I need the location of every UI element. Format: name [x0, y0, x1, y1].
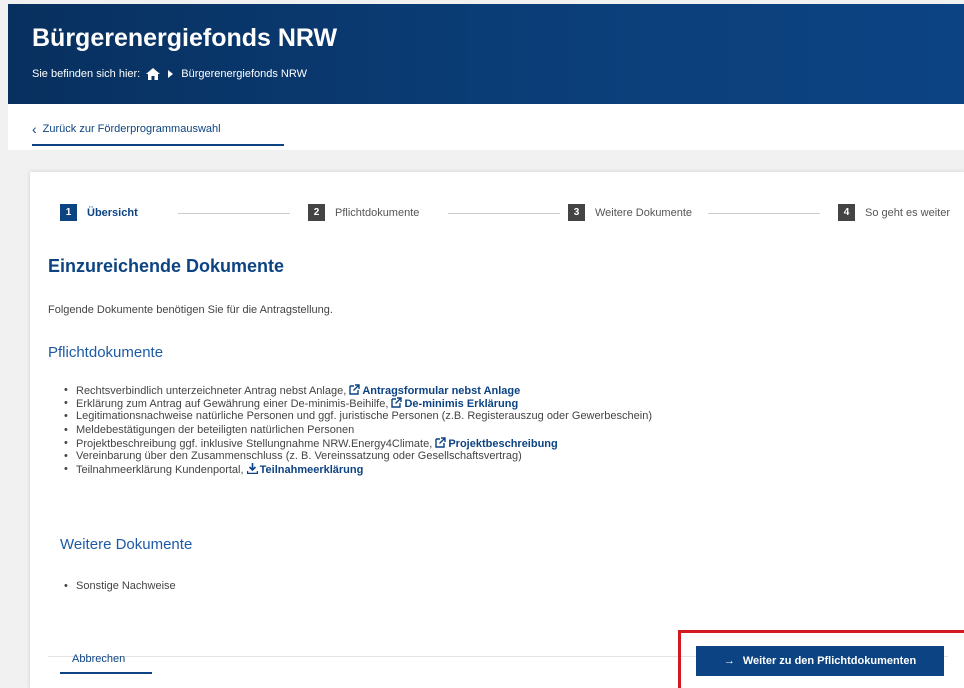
de-minimis-link[interactable]: De-minimis Erklärung: [391, 397, 518, 410]
list-item: Erklärung zum Antrag auf Gewährung einer…: [64, 397, 652, 410]
page-title: Bürgerenergiefonds NRW: [32, 24, 338, 52]
content-card: 1 Übersicht 2 Pflichtdokumente 3 Weitere…: [30, 172, 964, 688]
step-connector: [708, 213, 820, 214]
back-link-label: Zurück zur Förderprogrammauswahl: [42, 123, 221, 135]
teilnahmeerklaerung-link[interactable]: Teilnahmeerklärung: [246, 463, 363, 476]
subheading-pflichtdokumente: Pflichtdokumente: [48, 344, 164, 361]
step-weitere-dokumente[interactable]: 3 Weitere Dokumente: [568, 204, 692, 221]
step-label: So geht es weiter: [865, 206, 950, 219]
list-item: Legitimationsnachweise natürliche Person…: [64, 410, 652, 423]
external-link-icon: [391, 397, 403, 408]
cancel-button[interactable]: Abbrechen: [72, 653, 125, 665]
other-documents-list: Sonstige Nachweise: [64, 580, 176, 592]
breadcrumb-prefix: Sie befinden sich hier:: [32, 68, 141, 80]
page-header: Bürgerenergiefonds NRW Sie befinden sich…: [8, 4, 964, 104]
step-number: 1: [60, 204, 77, 221]
list-item: Projektbeschreibung ggf. inklusive Stell…: [64, 437, 652, 450]
breadcrumb: Sie befinden sich hier: Bürgerenergiefon…: [32, 68, 307, 80]
home-icon[interactable]: [146, 68, 161, 80]
step-connector: [178, 213, 290, 214]
step-number: 3: [568, 204, 585, 221]
back-link[interactable]: ‹ Zurück zur Förderprogrammauswahl: [32, 121, 221, 137]
list-item: Sonstige Nachweise: [64, 580, 176, 592]
step-label: Pflichtdokumente: [335, 206, 420, 219]
section-heading: Einzureichende Dokumente: [48, 256, 285, 276]
step-label: Übersicht: [87, 206, 138, 219]
back-bar: ‹ Zurück zur Förderprogrammauswahl: [8, 104, 964, 150]
chevron-left-icon: ‹: [32, 121, 37, 137]
required-documents-list: Rechtsverbindlich unterzeichneter Antrag…: [64, 384, 652, 477]
download-icon: [246, 463, 258, 475]
step-so-geht-es-weiter[interactable]: 4 So geht es weiter: [838, 204, 950, 221]
step-pflichtdokumente[interactable]: 2 Pflichtdokumente: [308, 204, 419, 221]
projektbeschreibung-link[interactable]: Projektbeschreibung: [435, 437, 558, 450]
step-uebersicht[interactable]: 1 Übersicht: [60, 204, 138, 221]
list-item: Rechtsverbindlich unterzeichneter Antrag…: [64, 384, 652, 397]
arrow-right-icon: →: [723, 655, 735, 667]
step-connector: [448, 213, 560, 214]
step-label: Weitere Dokumente: [595, 206, 693, 219]
step-number: 4: [838, 204, 855, 221]
list-item: Teilnahmeerklärung Kundenportal, Teilnah…: [64, 463, 652, 477]
list-item: Vereinbarung über den Zusammenschluss (z…: [64, 450, 652, 463]
step-number: 2: [308, 204, 325, 221]
back-link-underline: [32, 144, 284, 146]
subheading-weitere-dokumente: Weitere Dokumente: [60, 536, 193, 553]
breadcrumb-separator-icon: [168, 70, 174, 78]
antragsformular-link[interactable]: Antragsformular nebst Anlage: [349, 384, 520, 397]
next-button[interactable]: → Weiter zu den Pflichtdokumenten: [696, 646, 944, 676]
list-item: Meldebestätigungen der beteiligten natür…: [64, 424, 652, 437]
breadcrumb-current[interactable]: Bürgerenergiefonds NRW: [181, 68, 307, 80]
intro-text: Folgende Dokumente benötigen Sie für die…: [48, 304, 333, 316]
external-link-icon: [349, 384, 361, 395]
stepper: 1 Übersicht 2 Pflichtdokumente 3 Weitere…: [60, 204, 960, 224]
external-link-icon: [435, 437, 447, 448]
next-button-label: Weiter zu den Pflichtdokumenten: [742, 655, 917, 667]
cancel-underline: [60, 672, 152, 674]
